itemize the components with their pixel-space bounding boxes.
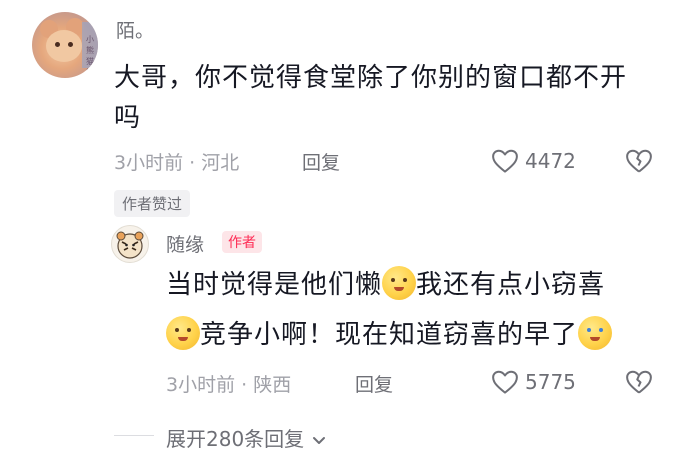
reply-text-line: 当时觉得是他们懒 我还有点小窃喜 — [166, 265, 666, 305]
reply-button[interactable]: 回复 — [355, 370, 393, 397]
heart-outline-icon[interactable] — [490, 367, 520, 397]
reply-text-segment: 竞争小啊！现在知道窃喜的早了 — [200, 320, 579, 350]
heart-outline-icon[interactable] — [490, 146, 520, 176]
reply-text-segment: 我还有点小窃喜 — [416, 270, 606, 300]
comment-text: 大哥，你不觉得食堂除了你别的窗口都不开 吗 — [114, 58, 674, 138]
reply-text-segment: 当时觉得是他们懒 — [166, 270, 383, 300]
avatar-sign-text: 小熊猫镇 — [86, 35, 94, 77]
like-count: 4472 — [525, 149, 576, 173]
reply-time-location: 3小时前 · 陕西 — [166, 374, 292, 396]
expand-replies-label: 展开280条回复 — [166, 427, 305, 451]
pleading-face-emoji-icon — [166, 316, 200, 350]
broken-heart-icon[interactable] — [624, 146, 654, 176]
avatar[interactable] — [111, 225, 149, 263]
expand-replies-button[interactable]: 展开280条回复 — [166, 423, 327, 453]
broken-heart-icon[interactable] — [624, 367, 654, 397]
avatar-sign: 小熊猫镇 — [82, 22, 98, 77]
reply-button[interactable]: 回复 — [302, 148, 340, 175]
comment-text-line: 吗 — [114, 103, 142, 133]
avatar-face — [46, 30, 82, 62]
comment-time-location: 3小时前 · 河北 — [114, 152, 240, 174]
like-count: 5775 — [525, 370, 576, 394]
avatar-eye — [68, 42, 73, 47]
reply-text-line: 竞争小啊！现在知道窃喜的早了 — [166, 315, 666, 355]
author-tag: 作者 — [222, 231, 262, 253]
shy-face-emoji-icon — [382, 266, 417, 300]
avatar[interactable]: 小熊猫镇 — [32, 12, 98, 78]
reply-username[interactable]: 随缘 — [166, 230, 204, 257]
crying-face-emoji-icon — [578, 316, 613, 350]
comment-username[interactable]: 陌。 — [116, 16, 154, 43]
divider — [114, 435, 154, 436]
avatar-eye — [55, 42, 60, 47]
author-liked-badge: 作者赞过 — [114, 190, 191, 217]
reply-text: 当时觉得是他们懒 我还有点小窃喜 竞争小啊！现在知道窃喜的早了 — [166, 265, 666, 355]
comment-text-line: 大哥，你不觉得食堂除了你别的窗口都不开 — [114, 63, 628, 93]
chevron-down-icon — [311, 429, 327, 453]
